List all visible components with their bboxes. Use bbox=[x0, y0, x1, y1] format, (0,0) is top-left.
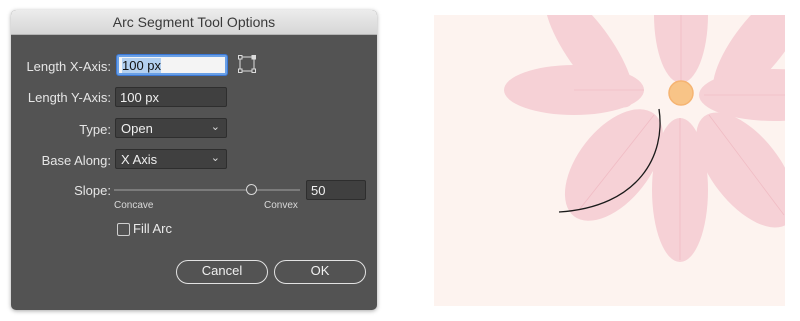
flower-petals bbox=[504, 15, 785, 262]
chevron-down-icon: ⌄ bbox=[210, 121, 220, 133]
dialog-title: Arc Segment Tool Options bbox=[11, 10, 377, 35]
length-y-label: Length Y-Axis: bbox=[27, 90, 111, 105]
type-label: Type: bbox=[79, 122, 111, 137]
cancel-button[interactable]: Cancel bbox=[176, 260, 268, 284]
fill-arc-checkbox[interactable] bbox=[117, 223, 130, 236]
slope-label: Slope: bbox=[74, 183, 111, 198]
length-x-value: 100 px bbox=[122, 58, 162, 73]
length-x-input[interactable]: 100 px bbox=[117, 55, 227, 75]
slope-input[interactable]: 50 bbox=[306, 180, 366, 200]
slope-slider-track[interactable] bbox=[114, 189, 300, 191]
fill-arc-label[interactable]: Fill Arc bbox=[133, 221, 172, 236]
type-select-value: Open bbox=[121, 121, 153, 136]
length-y-input[interactable]: 100 px bbox=[115, 87, 227, 107]
slope-slider-knob[interactable] bbox=[246, 184, 257, 195]
chevron-down-icon: ⌄ bbox=[210, 152, 220, 164]
base-along-label: Base Along: bbox=[41, 153, 111, 168]
slope-concave-label: Concave bbox=[114, 200, 154, 211]
slope-convex-label: Convex bbox=[264, 200, 298, 211]
arc-segment-tool-options-dialog: Arc Segment Tool Options Length X-Axis: … bbox=[11, 10, 377, 310]
flower-center bbox=[668, 80, 694, 106]
flower-artwork bbox=[504, 15, 785, 262]
artboard-canvas[interactable] bbox=[434, 15, 785, 306]
base-along-select[interactable]: X Axis ⌄ bbox=[115, 149, 227, 169]
length-x-label: Length X-Axis: bbox=[26, 59, 111, 74]
ok-button[interactable]: OK bbox=[274, 260, 366, 284]
type-select[interactable]: Open ⌄ bbox=[115, 118, 227, 138]
reference-point-icon[interactable] bbox=[238, 55, 256, 73]
base-along-select-value: X Axis bbox=[121, 152, 158, 167]
